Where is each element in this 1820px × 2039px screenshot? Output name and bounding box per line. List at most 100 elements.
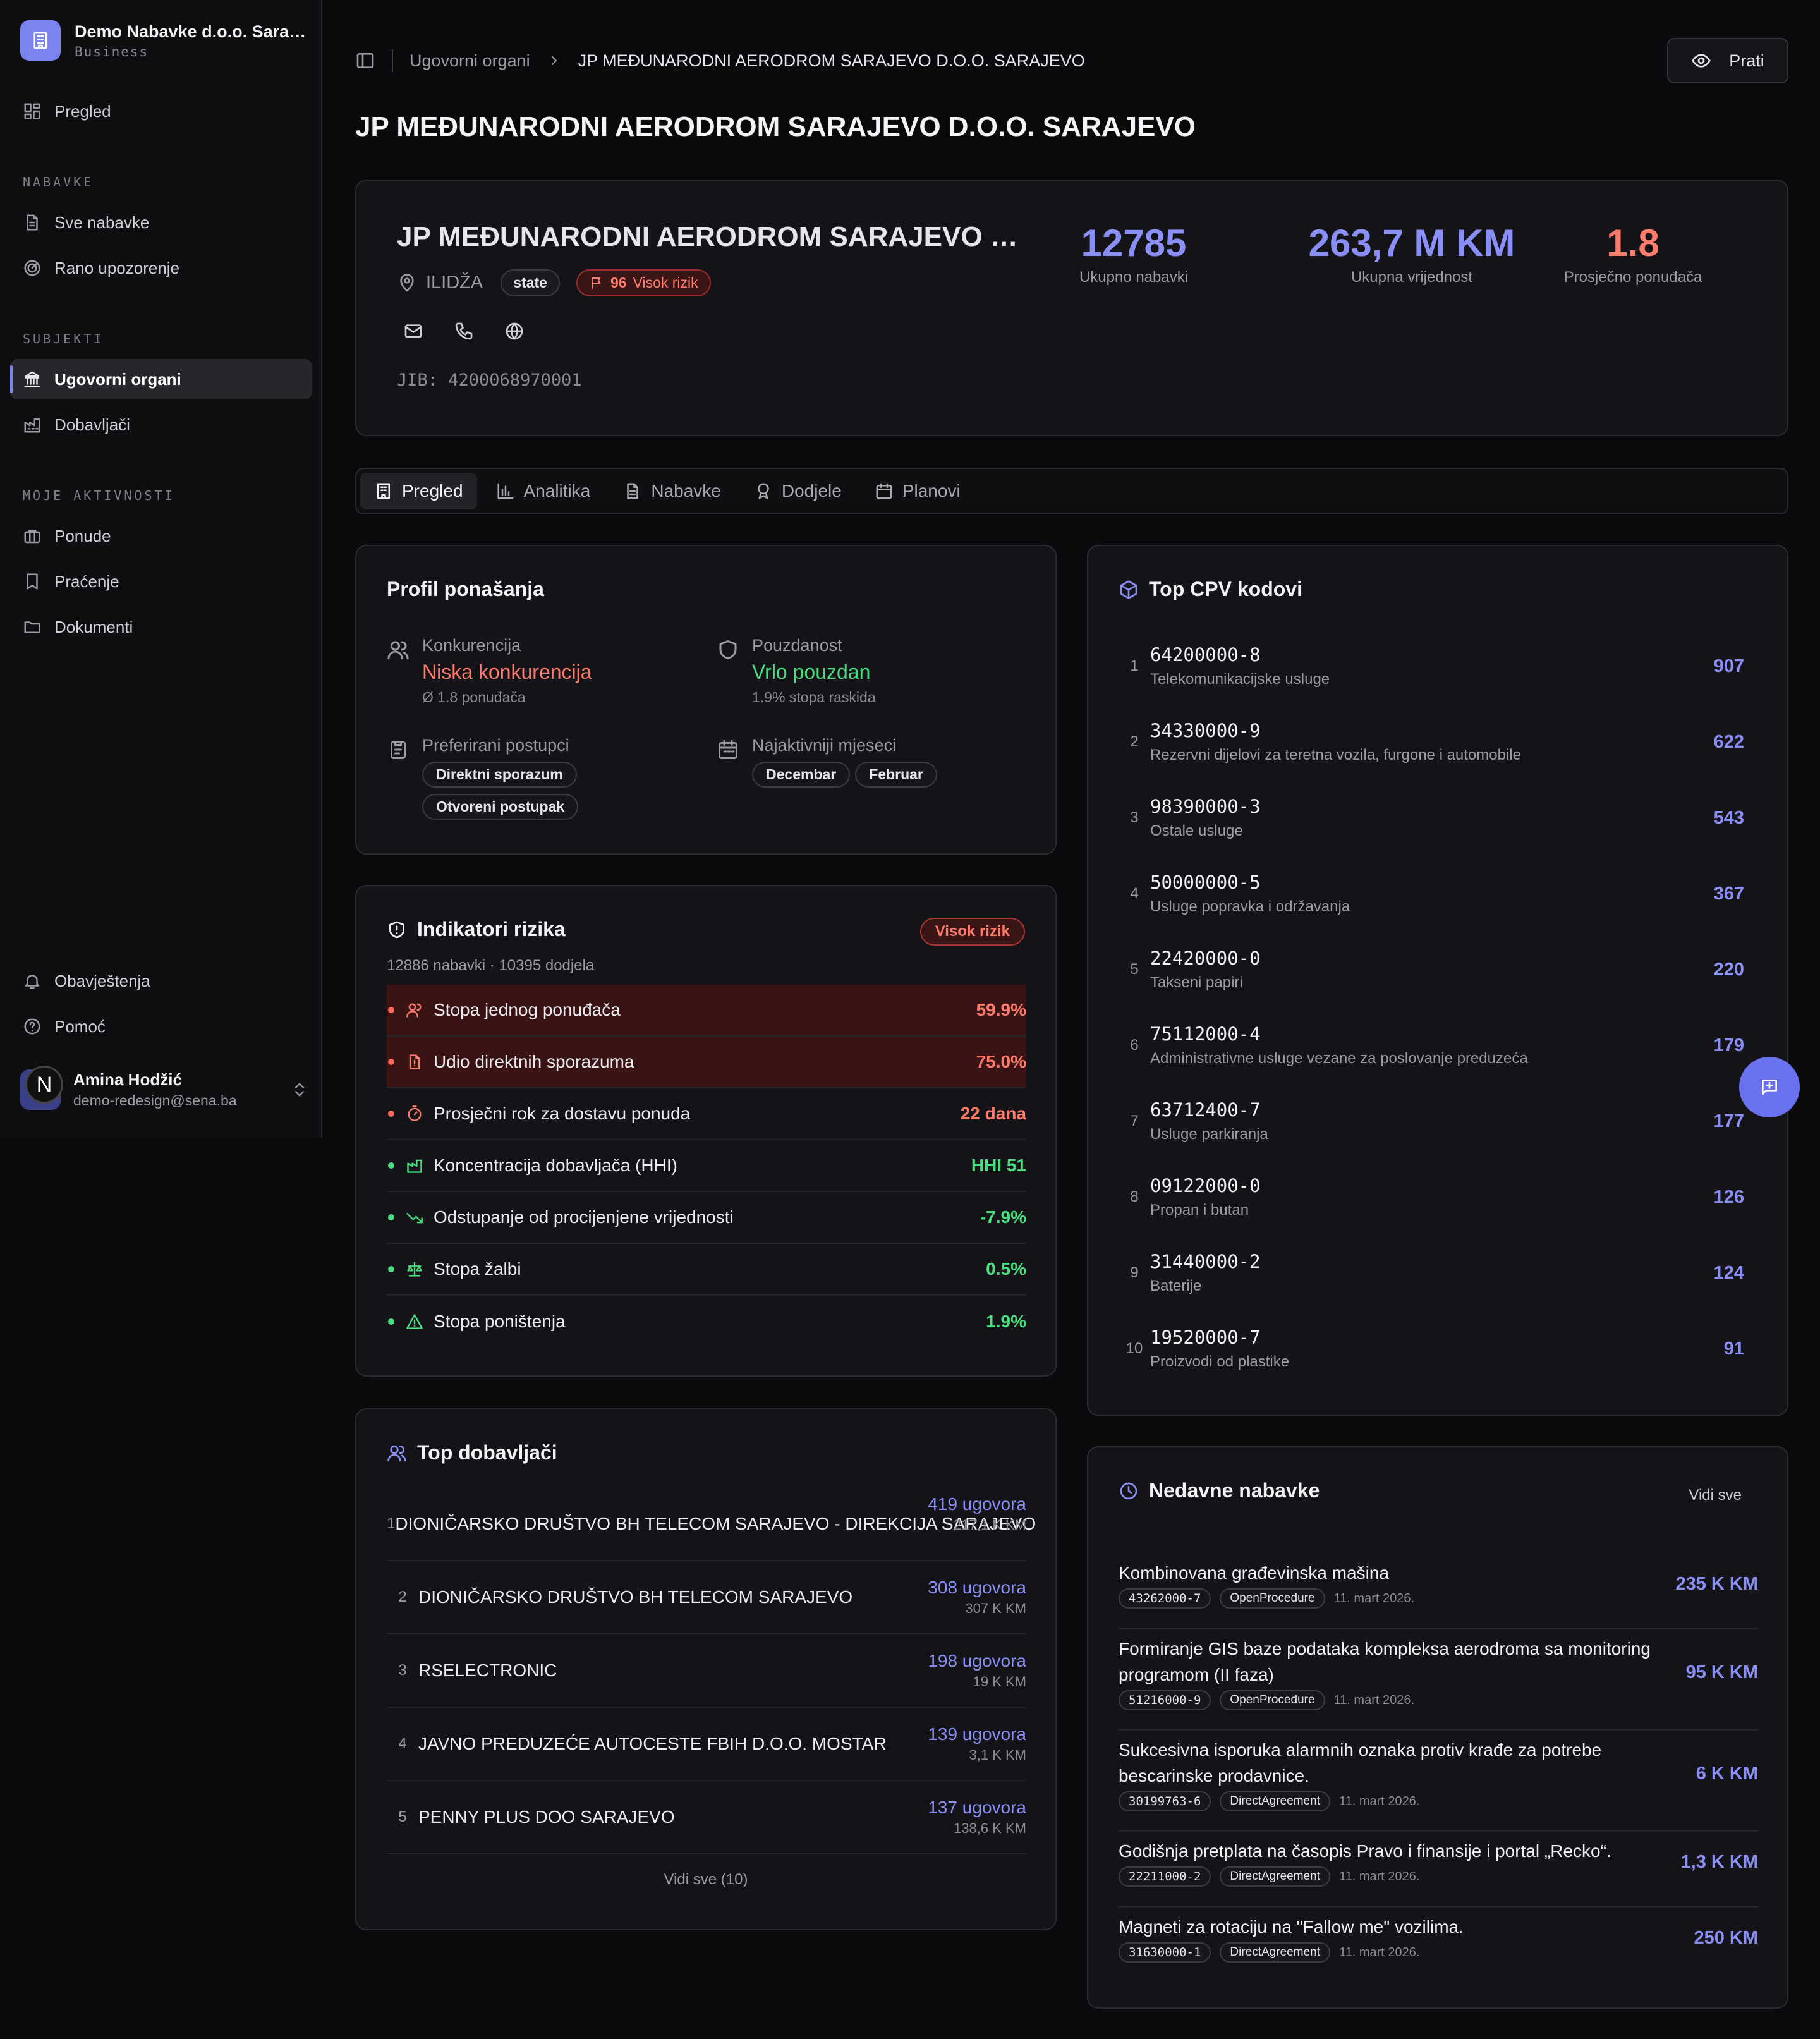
supplier-row[interactable]: 5 PENNY PLUS DOO SARAJEVO 137 ugovora 138,6…	[387, 1781, 1026, 1854]
cpv-rank: 9	[1130, 1264, 1139, 1281]
nav-help[interactable]: Pomoć	[10, 1006, 312, 1047]
cpv-count: 179	[1713, 1035, 1744, 1056]
view-all-suppliers-link[interactable]: Vidi sve (10)	[356, 1871, 1055, 1889]
card-heading: Nedavne nabavke	[1119, 1479, 1320, 1502]
nav-tracking[interactable]: Praćenje	[10, 561, 312, 602]
breadcrumb-root[interactable]: Ugovorni organi	[410, 51, 530, 71]
tab-awards[interactable]: Dodjele	[740, 473, 856, 509]
contact-links	[403, 321, 525, 341]
competition-value: Niska konkurencija	[422, 660, 592, 683]
supplier-rank: 5	[398, 1808, 407, 1825]
sidebar-toggle-icon[interactable]	[355, 51, 375, 71]
supplier-amount: 19 K KM	[973, 1674, 1026, 1689]
folder-icon	[24, 621, 40, 633]
supplier-contracts: 198 ugovora	[928, 1651, 1026, 1671]
supplier-rank: 3	[398, 1662, 407, 1679]
chat-button[interactable]	[1739, 1057, 1800, 1117]
tab-analytics[interactable]: Analitika	[482, 473, 605, 509]
procurement-date: 11. mart 2026.	[1333, 1693, 1415, 1707]
supplier-row[interactable]: 4 JAVNO PREDUZEĆE AUTOCESTE FBIH D.O.O. M…	[387, 1708, 1026, 1781]
cpv-row[interactable]: 8 09122000-0 Propan i butan 126	[1119, 1159, 1757, 1235]
org-switcher[interactable]: Demo Nabavke d.o.o. Sarajevo Business	[20, 20, 308, 61]
risk-label: Stopa poništenja	[434, 1312, 566, 1331]
cpv-row[interactable]: 1 64200000-8 Telekomunikacijske usluge 907	[1119, 628, 1757, 704]
nav-all-procurements[interactable]: Sve nabavke	[10, 202, 312, 243]
supplier-contracts: 137 ugovora	[928, 1798, 1026, 1817]
nav-documents[interactable]: Dokumenti	[10, 607, 312, 647]
entity-meta: ILIDŽA state 96 Visok rizik	[397, 269, 711, 296]
reliability-block: Pouzdanost Vrlo pouzdan 1.9% stopa raskida	[717, 636, 876, 706]
users-icon	[406, 1003, 422, 1018]
cpv-rank: 7	[1130, 1112, 1139, 1129]
tab-label: Nabavke	[651, 481, 721, 501]
cpv-row[interactable]: 9 31440000-2 Baterije 124	[1119, 1235, 1757, 1311]
users-icon	[387, 1445, 406, 1461]
supplier-row[interactable]: 2 DIONIČARSKO DRUŠTVO BH TELECOM SARAJEVO…	[387, 1561, 1026, 1634]
section-my-activities: MOJE AKTIVNOSTI	[23, 488, 175, 503]
nav-offers[interactable]: Ponude	[10, 516, 312, 556]
user-menu[interactable]: N Amina Hodžić demo-redesign@sena.ba	[20, 1066, 308, 1110]
tab-procurements[interactable]: Nabavke	[609, 473, 735, 509]
nav-early-warning[interactable]: Rano upozorenje	[10, 248, 312, 288]
status-dot	[388, 1214, 394, 1220]
cpv-row[interactable]: 4 50000000-5 Usluge popravka i održavanja 3…	[1119, 856, 1757, 932]
procurement-date: 11. mart 2026.	[1338, 1794, 1420, 1808]
supplier-row[interactable]: 1 DIONIČARSKO DRUŠTVO BH TELECOM SARAJEVO…	[387, 1488, 1036, 1561]
card-title: Profil ponašanja	[387, 578, 544, 600]
risk-value: 59.9%	[976, 1000, 1026, 1020]
status-dot	[388, 1111, 394, 1117]
cpv-count: 367	[1713, 883, 1744, 904]
tab-plans[interactable]: Planovi	[861, 473, 974, 509]
procurement-row[interactable]: Formiranje GIS baze podataka kompleksa a…	[1119, 1636, 1758, 1731]
cpv-row[interactable]: 3 98390000-3 Ostale usluge 543	[1119, 780, 1757, 856]
bar-chart-icon	[497, 483, 514, 499]
mail-icon[interactable]	[403, 321, 423, 341]
procurement-row[interactable]: Sukcesivna isporuka alarmnih oznaka prot…	[1119, 1737, 1758, 1832]
risk-value: 75.0%	[976, 1052, 1026, 1071]
dashboard-icon	[24, 103, 40, 119]
cpv-row[interactable]: 10 19520000-7 Proizvodi od plastike 91	[1119, 1311, 1757, 1387]
card-heading: Top dobavljači	[387, 1441, 557, 1464]
cpv-row[interactable]: 6 75112000-4 Administrativne usluge vezane…	[1119, 1007, 1757, 1083]
cpv-desc: Ostale usluge	[1150, 822, 1243, 839]
procurement-row[interactable]: Magneti za rotaciju na "Fallow me" vozil…	[1119, 1914, 1758, 1983]
tab-overview[interactable]: Pregled	[360, 473, 477, 509]
users-icon	[387, 641, 409, 659]
file-text-icon	[627, 483, 639, 499]
risk-label: Koncentracija dobavljača (HHI)	[434, 1155, 677, 1175]
nav-notifications[interactable]: Obavještenja	[10, 961, 312, 1001]
procurement-value: 235 K KM	[1675, 1574, 1758, 1594]
calendar-icon	[719, 740, 737, 759]
follow-button[interactable]: Prati	[1667, 38, 1788, 83]
cpv-row[interactable]: 2 34330000-9 Rezervni dijelovi za teretna …	[1119, 704, 1757, 780]
cpv-row[interactable]: 7 63712400-7 Usluge parkiranja 177	[1119, 1083, 1757, 1159]
view-all-recent-link[interactable]: Vidi sve	[1689, 1487, 1742, 1504]
competition-block: Konkurencija Niska konkurencija Ø 1.8 ponu…	[387, 636, 592, 706]
cpv-chip: 43262000-7	[1119, 1588, 1211, 1609]
cpv-row[interactable]: 5 22420000-0 Takseni papiri 220	[1119, 932, 1757, 1007]
month-tag: Februar	[855, 762, 937, 788]
trending-down-icon	[406, 1213, 423, 1224]
risk-row: Odstupanje od procijenjene vrijednosti -7…	[387, 1192, 1026, 1244]
nav-label: Ponude	[54, 526, 111, 545]
cpv-code: 98390000-3	[1150, 796, 1261, 817]
supplier-row[interactable]: 3 RSELECTRONIC 198 ugovora 19 K KM	[387, 1634, 1026, 1708]
procurement-row[interactable]: Kombinovana građevinska mašina 43262000-7…	[1119, 1560, 1758, 1629]
card-heading: Top CPV kodovi	[1119, 578, 1302, 601]
globe-icon[interactable]	[504, 321, 525, 341]
procedure-chip: OpenProcedure	[1220, 1588, 1325, 1609]
nav-overview[interactable]: Pregled	[10, 91, 312, 131]
risk-label: Stopa jednog ponuđača	[434, 1000, 621, 1020]
procurement-row[interactable]: Godišnja pretplata na časopis Pravo i fi…	[1119, 1838, 1758, 1908]
nav-contracting-authorities[interactable]: Ugovorni organi	[10, 359, 312, 399]
phone-icon[interactable]	[454, 321, 474, 341]
risk-value: 22 dana	[960, 1104, 1026, 1123]
cpv-rank: 8	[1130, 1188, 1139, 1205]
procurement-date: 11. mart 2026.	[1338, 1945, 1420, 1959]
cpv-code: 19520000-7	[1150, 1327, 1261, 1348]
building-icon	[377, 483, 390, 499]
flag-icon	[591, 277, 600, 289]
nav-suppliers[interactable]: Dobavljači	[10, 405, 312, 445]
cpv-count: 622	[1713, 731, 1744, 752]
award-icon	[758, 483, 769, 499]
